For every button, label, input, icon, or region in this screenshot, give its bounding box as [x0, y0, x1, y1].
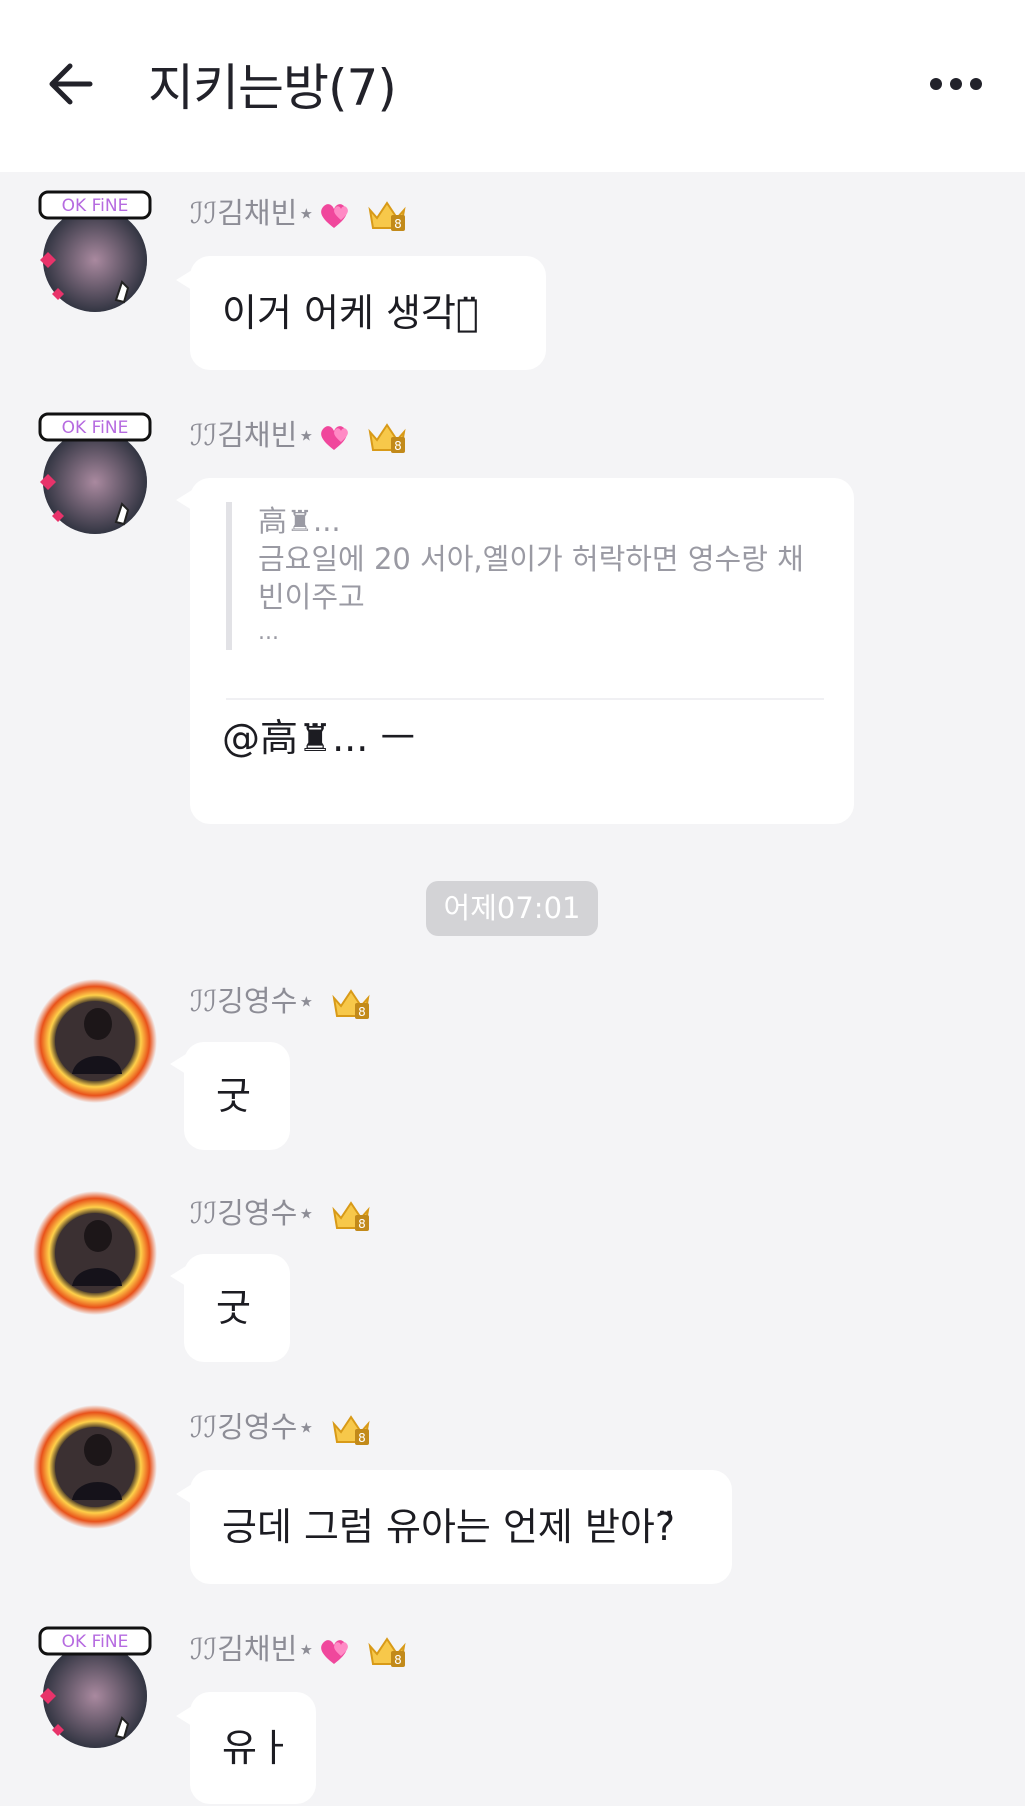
message-bubble[interactable]: 유ㅏ: [190, 1692, 316, 1804]
avatar-kingyoungsu[interactable]: [32, 978, 158, 1104]
chat-room-title: 지키는방(7): [148, 59, 397, 117]
chat-header: 지키는방(7): [0, 0, 1025, 172]
message-text: 이거 어케 생각해̈: [222, 291, 479, 335]
sender-name: ℐℐ김채빈⋆ 8: [190, 1632, 407, 1668]
crown-level-badge-icon: 8: [368, 1637, 407, 1667]
sender-name: ℐℐ깅영수⋆ 8: [190, 1196, 371, 1232]
back-arrow-icon[interactable]: [44, 54, 104, 114]
sender-name: ℐℐ깅영수⋆ 8: [190, 1410, 371, 1446]
quoted-ellipsis: ...: [258, 620, 279, 645]
message-bubble[interactable]: 긍데 그럼 유아는 언제 받아?̈: [190, 1470, 732, 1584]
quoted-message[interactable]: 高♜... 금요일에 20 서아,옐이가 허락하면 영수랑 채빈이주고 ...: [226, 502, 818, 650]
message-text: 굿: [216, 1286, 251, 1330]
quoted-author: 高♜...: [258, 504, 341, 538]
sparkle-heart-icon: [321, 1640, 349, 1664]
crown-level-badge-icon: 8: [332, 1201, 371, 1231]
svg-text:OK FiNE: OK FiNE: [62, 418, 129, 438]
avatar-kimchaebin[interactable]: OK FiNE: [32, 1626, 158, 1752]
svg-text:8: 8: [359, 1431, 367, 1445]
sender-name: ℐℐ김채빈⋆ 8: [190, 418, 407, 454]
svg-text:8: 8: [395, 217, 403, 231]
avatar-kingyoungsu[interactable]: [32, 1404, 158, 1530]
sparkle-heart-icon: [321, 426, 349, 450]
crown-level-badge-icon: 8: [332, 989, 371, 1019]
message-text: 굿: [216, 1074, 251, 1118]
message-bubble[interactable]: 굿: [184, 1042, 290, 1150]
avatar-kingyoungsu[interactable]: [32, 1190, 158, 1316]
svg-text:8: 8: [359, 1005, 367, 1019]
message-text: 유ㅏ: [222, 1726, 292, 1770]
sender-name: ℐℐ김채빈⋆ 8: [190, 196, 407, 232]
date-separator: 어제07:01: [426, 881, 598, 936]
crown-level-badge-icon: 8: [332, 1415, 371, 1445]
crown-level-badge-icon: 8: [368, 201, 407, 231]
svg-text:8: 8: [359, 1217, 367, 1231]
message-text: 긍데 그럼 유아는 언제 받아?̈: [222, 1505, 676, 1549]
avatar-kimchaebin[interactable]: OK FiNE: [32, 190, 158, 316]
reply-divider: [226, 698, 824, 700]
avatar-tag-text: OK FiNE: [62, 196, 129, 216]
message-text: @高♜... ㅡ: [222, 716, 416, 760]
svg-text:8: 8: [395, 439, 403, 453]
quoted-text: 금요일에 20 서아,옐이가 허락하면 영수랑 채빈이주고: [258, 542, 804, 614]
sparkle-heart-icon: [321, 204, 349, 228]
more-options-icon[interactable]: [928, 64, 988, 104]
reply-message-bubble[interactable]: 高♜... 금요일에 20 서아,옐이가 허락하면 영수랑 채빈이주고 ... …: [190, 478, 854, 824]
message-bubble[interactable]: 굿: [184, 1254, 290, 1362]
avatar-kimchaebin[interactable]: OK FiNE: [32, 412, 158, 538]
message-bubble[interactable]: 이거 어케 생각해̈: [190, 256, 546, 370]
svg-text:8: 8: [395, 1653, 403, 1667]
svg-text:OK FiNE: OK FiNE: [62, 1632, 129, 1652]
sender-name: ℐℐ깅영수⋆ 8: [190, 984, 371, 1020]
crown-level-badge-icon: 8: [368, 423, 407, 453]
